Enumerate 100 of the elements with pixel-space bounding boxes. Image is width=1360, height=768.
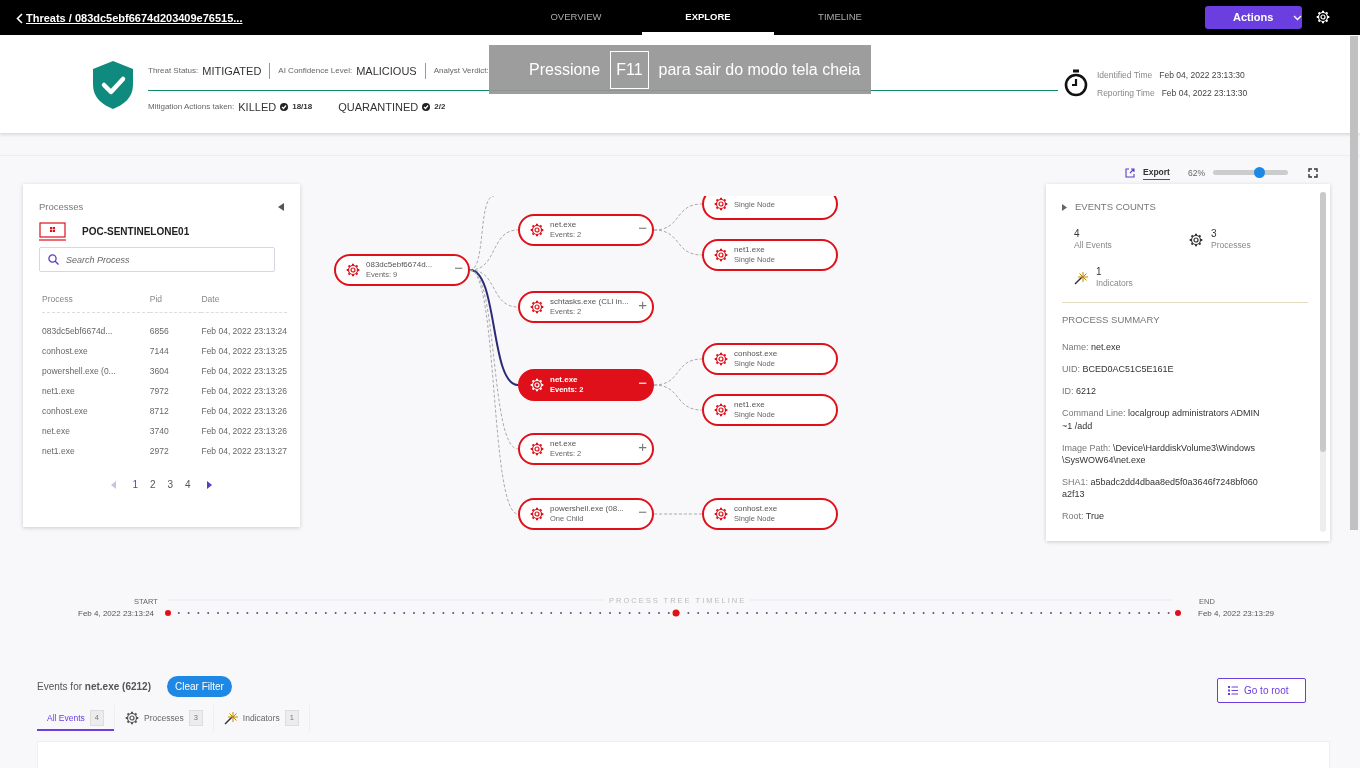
table-cell: conhost.exe: [42, 401, 150, 422]
gear-icon: [714, 352, 728, 366]
wand-icon: [223, 711, 238, 725]
node-name: net.exe: [550, 440, 578, 449]
gear-icon: [530, 300, 544, 314]
page-link[interactable]: 4: [181, 477, 195, 493]
connector-line: [653, 229, 703, 256]
summary-field: ID: 6212: [1062, 385, 1262, 398]
gear-icon: [714, 507, 728, 521]
gear-icon: [1189, 233, 1203, 248]
go-to-root-button[interactable]: Go to root: [1217, 678, 1306, 703]
section-title: PROCESS SUMMARY: [1062, 312, 1161, 327]
expand-toggle[interactable]: +: [638, 297, 647, 312]
gear-icon: [714, 403, 728, 417]
table-cell-text: Feb 04, 2022 23:13:25: [201, 364, 287, 378]
nav-tab[interactable]: TIMELINE: [774, 0, 906, 35]
table-cell: 083dc5ebf6674d...: [42, 321, 150, 342]
table-cell: net1.exe: [42, 381, 150, 402]
expand-toggle[interactable]: +: [638, 439, 647, 454]
node-name: net.exe: [550, 376, 579, 385]
collapse-toggle[interactable]: −: [638, 220, 647, 235]
collapse-toggle[interactable]: −: [638, 375, 647, 390]
confidence-value: MALICIOUS: [356, 64, 417, 79]
table-cell-text: 7972: [149, 384, 170, 398]
table-cell-text: 2972: [149, 444, 170, 458]
table-cell-text: Feb 04, 2022 23:13:26: [201, 404, 287, 418]
summary-field: Command Line: localgroup administrators ADMIN~1 /add: [1062, 407, 1262, 432]
count-label: Processes: [1211, 239, 1251, 252]
key-hint: F11: [610, 50, 649, 89]
time-label: Reporting Time: [1097, 87, 1155, 100]
table-cell-text: 8712: [149, 404, 170, 418]
table-cell: conhost.exe: [42, 341, 150, 362]
table-cell: powershell.exe (0...: [42, 361, 150, 382]
zoom-slider[interactable]: [1212, 170, 1288, 176]
list-icon: [1228, 686, 1238, 695]
zoom-percent: 62%: [1187, 166, 1205, 180]
wand-icon: [1074, 270, 1088, 285]
action-value: KILLED: [238, 100, 277, 115]
table-cell: net1.exe: [42, 441, 150, 462]
section-title: EVENTS COUNTS: [1075, 200, 1156, 214]
summary-field: Name: net.exe: [1062, 341, 1262, 354]
expand-icon[interactable]: [1062, 203, 1067, 211]
node-name: 083dc5ebf6674d...: [366, 261, 434, 270]
column-header: Pid: [149, 286, 202, 313]
fullscreen-icon[interactable]: [1307, 167, 1318, 178]
search-field[interactable]: Search Process: [39, 247, 275, 273]
export-icon[interactable]: [1125, 167, 1135, 178]
start-date: Feb 4, 2022 23:13:24: [78, 608, 155, 620]
time-value: Feb 04, 2022 23:13:30: [1161, 87, 1248, 100]
count-label: Indicators: [1096, 277, 1133, 290]
breadcrumb-link[interactable]: Threats / 083dc5ebf6674d203409e76515...: [16, 10, 243, 27]
check-circle-icon: [280, 103, 289, 112]
column-header: Process: [42, 286, 150, 313]
slider-thumb[interactable]: [1254, 167, 1266, 179]
back-icon: [16, 12, 23, 24]
nav-tab[interactable]: EXPLORE: [642, 0, 774, 35]
node-name: net.exe: [550, 221, 578, 230]
nav-tab[interactable]: OVERVIEW: [510, 0, 642, 35]
gear-icon: [530, 507, 544, 521]
windows-icon: [39, 222, 66, 242]
next-page-icon[interactable]: [206, 480, 212, 489]
collapse-toggle[interactable]: −: [454, 260, 463, 275]
summary-field: UID: BCED0AC51C5E161E: [1062, 363, 1262, 376]
count-value: 4: [1074, 228, 1081, 240]
table-cell-text: Feb 04, 2022 23:13:26: [201, 384, 287, 398]
table-cell-text: 3604: [149, 364, 170, 378]
panel-title: Processes: [39, 200, 84, 214]
table-cell-text: 3740: [149, 424, 170, 438]
table-cell-text: 7144: [149, 344, 170, 358]
page-link[interactable]: 2: [145, 477, 160, 493]
clear-filter-button[interactable]: Clear Filter: [166, 676, 232, 697]
settings-icon[interactable]: [1316, 10, 1330, 24]
actions-button[interactable]: Actions: [1205, 6, 1302, 29]
node-name: powershell.exe (08...: [550, 505, 625, 514]
gear-icon: [530, 378, 544, 392]
page-link[interactable]: 1: [128, 477, 142, 493]
table-cell-text: 6856: [149, 324, 170, 338]
action-count: 2/2: [434, 101, 446, 114]
node-name: net1.exe: [734, 246, 766, 255]
caret-icon: [1293, 14, 1303, 21]
page-link[interactable]: 3: [163, 477, 178, 493]
table-cell-text: Feb 04, 2022 23:13:26: [201, 424, 287, 438]
shield-check-icon: [92, 60, 134, 110]
notice-text: Pressione: [529, 59, 601, 80]
summary-field: Root: True: [1062, 510, 1262, 523]
stopwatch-icon: [1064, 69, 1088, 97]
collapse-icon[interactable]: [278, 203, 284, 212]
count-value: 3: [1211, 228, 1218, 240]
connector-line: [653, 384, 703, 411]
count-value: 1: [1096, 266, 1103, 277]
field-label: Analyst Verdict:: [433, 65, 489, 78]
node-name: net1.exe: [734, 401, 766, 410]
events-title: Events for net.exe (6212): [37, 680, 151, 694]
collapse-toggle[interactable]: −: [638, 504, 647, 519]
export-link[interactable]: Export: [1143, 166, 1170, 180]
table-cell-text: Feb 04, 2022 23:13:27: [201, 444, 287, 458]
action-value: QUARANTINED: [338, 100, 419, 115]
summary-field: SHA1: a5badc2dd4dbaa8ed5f0a3646f7248bf060a2f13: [1062, 476, 1262, 501]
field-label: Threat Status:: [148, 65, 199, 78]
gear-icon: [714, 248, 728, 262]
